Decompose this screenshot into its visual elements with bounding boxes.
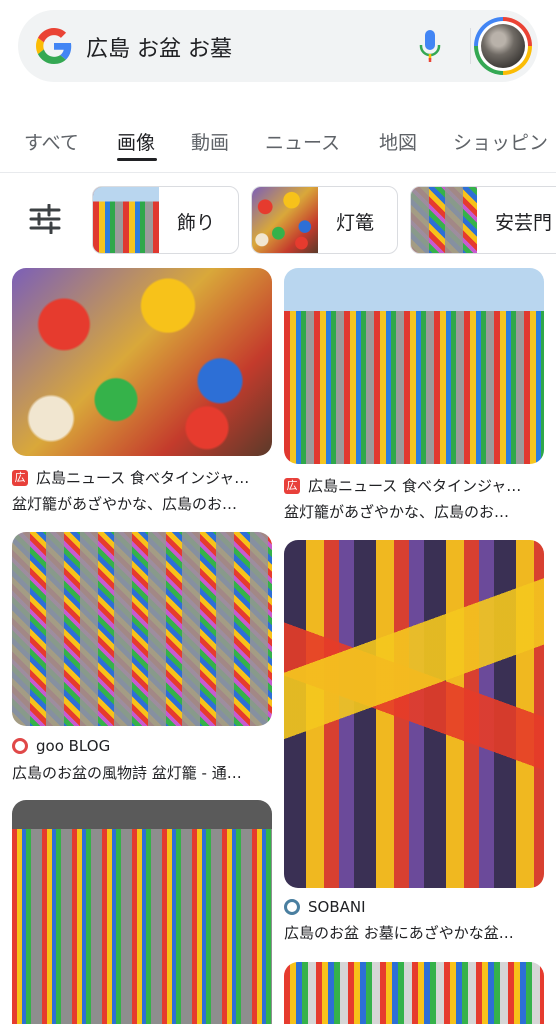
filter-sliders-icon[interactable]: [28, 204, 62, 234]
filter-chip-lanterns[interactable]: 灯篭: [251, 186, 398, 254]
chip-thumbnail: [411, 187, 477, 253]
chip-label: 飾り: [177, 212, 216, 234]
image-result[interactable]: [284, 962, 544, 1024]
account-avatar[interactable]: [474, 17, 532, 75]
result-image[interactable]: [284, 962, 544, 1024]
tab-all[interactable]: すべて: [24, 128, 79, 155]
chip-label: 安芸門: [495, 212, 553, 234]
result-source[interactable]: SOBANI: [284, 898, 366, 916]
tab-images[interactable]: 画像: [117, 128, 155, 155]
site-favicon-icon: 広: [284, 477, 300, 494]
result-source[interactable]: 広 広島ニュース 食べタインジャ…: [284, 475, 521, 496]
chip-thumbnail: [93, 187, 159, 253]
tab-news[interactable]: ニュース: [265, 128, 340, 155]
mic-icon[interactable]: [418, 29, 442, 63]
active-tab-indicator: [117, 158, 157, 161]
result-title[interactable]: 広島のお盆の風物詩 盆灯籠 - 通…: [12, 762, 242, 783]
result-image[interactable]: [284, 268, 544, 464]
image-result[interactable]: SOBANI 広島のお盆 お墓にあざやかな盆…: [284, 540, 544, 950]
image-result[interactable]: goo BLOG 広島のお盆の風物詩 盆灯籠 - 通…: [12, 532, 272, 782]
chip-label: 灯篭: [336, 212, 375, 234]
goo-favicon-icon: [12, 738, 28, 754]
result-image[interactable]: [12, 268, 272, 456]
result-title[interactable]: 広島のお盆 お墓にあざやかな盆…: [284, 922, 514, 943]
tab-videos[interactable]: 動画: [191, 128, 229, 155]
site-favicon-icon: 広: [12, 469, 28, 486]
result-image[interactable]: [12, 532, 272, 726]
tab-maps[interactable]: 地図: [379, 128, 417, 155]
search-divider: [470, 28, 471, 64]
search-query[interactable]: 広島 お盆 お墓: [86, 31, 232, 63]
result-source[interactable]: goo BLOG: [12, 737, 110, 755]
result-title[interactable]: 盆灯籠があざやかな、広島のお…: [12, 493, 237, 514]
filter-chip-decorations[interactable]: 飾り: [92, 186, 239, 254]
search-bar[interactable]: 広島 お盆 お墓: [18, 10, 538, 82]
sobani-favicon-icon: [284, 899, 300, 915]
filter-chip-akimon[interactable]: 安芸門: [410, 186, 556, 254]
result-image[interactable]: [12, 800, 272, 1024]
google-g-icon: [36, 28, 72, 64]
tabs-divider: [0, 172, 556, 173]
chip-thumbnail: [252, 187, 318, 253]
image-result[interactable]: [12, 800, 272, 1024]
result-source[interactable]: 広 広島ニュース 食べタインジャ…: [12, 467, 249, 488]
result-title[interactable]: 盆灯籠があざやかな、広島のお…: [284, 501, 509, 522]
image-result[interactable]: 広 広島ニュース 食べタインジャ… 盆灯籠があざやかな、広島のお…: [284, 268, 544, 521]
result-image[interactable]: [284, 540, 544, 888]
search-tabs: すべて 画像 動画 ニュース 地図 ショッピン: [0, 118, 556, 168]
image-result[interactable]: 広 広島ニュース 食べタインジャ… 盆灯籠があざやかな、広島のお…: [12, 268, 272, 518]
tab-shopping[interactable]: ショッピン: [453, 128, 548, 155]
